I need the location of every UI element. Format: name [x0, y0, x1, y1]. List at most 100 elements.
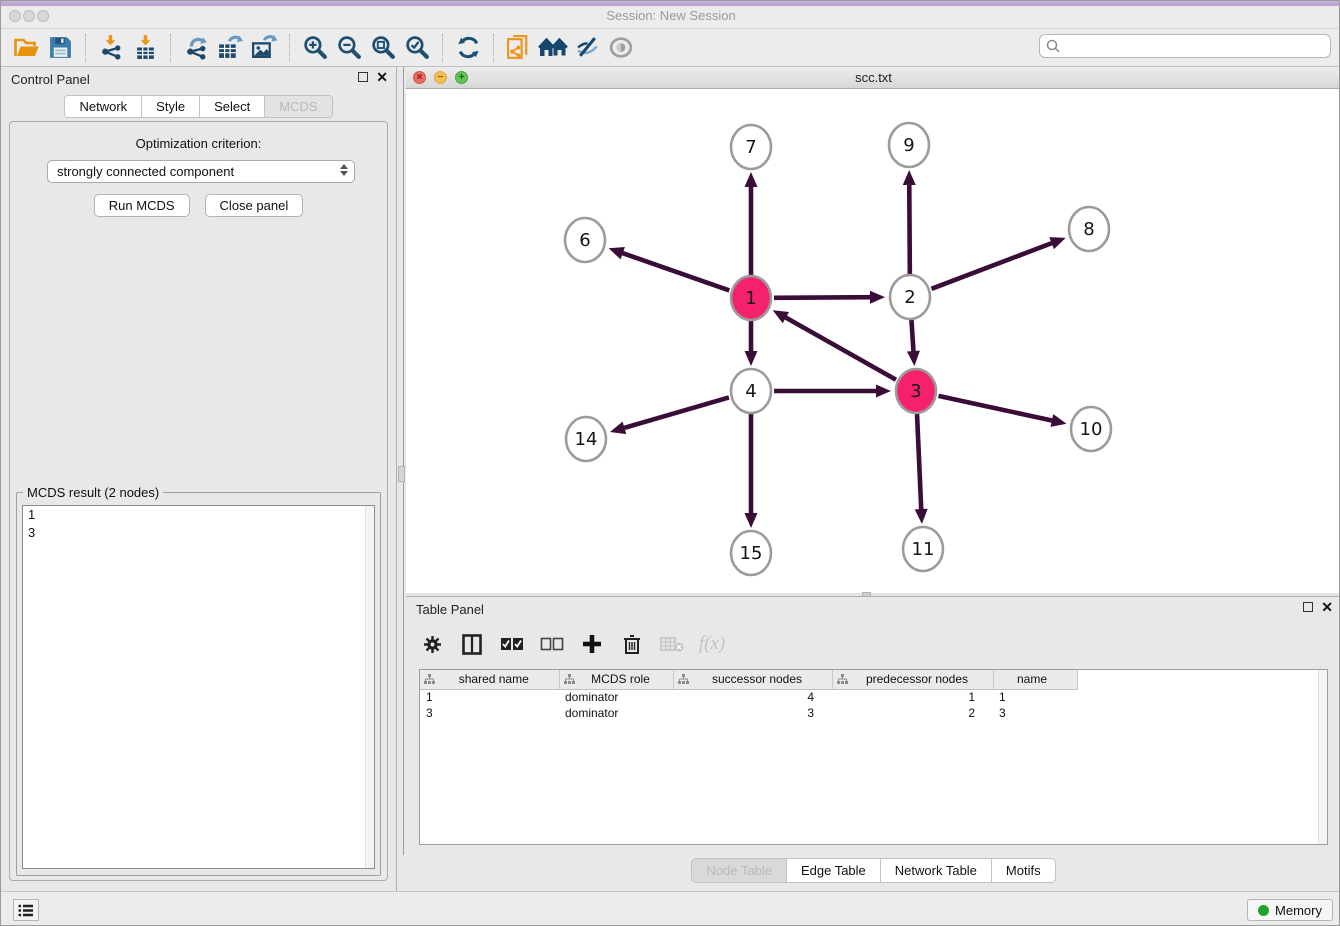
table-panel-title: Table Panel — [416, 602, 484, 617]
settings-gear-icon[interactable] — [419, 631, 445, 657]
column-header-successor-nodes[interactable]: successor nodes — [673, 670, 832, 689]
float-panel-icon[interactable] — [1303, 602, 1313, 612]
zoom-selected-icon — [404, 34, 431, 61]
shared-column-icon — [678, 674, 689, 685]
table-row[interactable]: 1dominator411 — [420, 689, 1328, 705]
node-8[interactable]: 8 — [1069, 207, 1109, 251]
mcds-result-list[interactable]: 13 — [22, 505, 375, 869]
function-builder-icon[interactable]: f(x) — [699, 631, 725, 657]
select-all-rows-icon[interactable] — [499, 631, 525, 657]
column-header-shared-name[interactable]: shared name — [420, 670, 559, 689]
add-column-icon[interactable] — [579, 631, 605, 657]
table-row[interactable]: 3dominator323 — [420, 705, 1328, 721]
cell-MCDS-role[interactable]: dominator — [559, 689, 673, 705]
open-folder-icon — [13, 35, 40, 61]
import-table-icon[interactable] — [128, 32, 162, 64]
node-4[interactable]: 4 — [731, 369, 771, 413]
cell-MCDS-role[interactable]: dominator — [559, 705, 673, 721]
mcds-result-item[interactable]: 3 — [23, 524, 374, 542]
cell-predecessor-nodes[interactable]: 2 — [832, 705, 993, 721]
cell-name[interactable]: 1 — [993, 689, 1077, 705]
node-11[interactable]: 11 — [903, 527, 943, 571]
node-10[interactable]: 10 — [1071, 407, 1111, 451]
edge-3-10[interactable] — [938, 396, 1054, 421]
zoom-selected-icon[interactable] — [400, 32, 434, 64]
edge-2-3[interactable] — [911, 320, 913, 354]
deselect-all-rows-icon[interactable] — [539, 631, 565, 657]
close-panel-icon[interactable]: ✕ — [376, 71, 388, 83]
delete-table-icon[interactable] — [659, 631, 685, 657]
split-columns-icon[interactable] — [459, 631, 485, 657]
task-history-button[interactable] — [13, 899, 39, 921]
column-label: name — [994, 672, 1077, 686]
control-panel-tabs: NetworkStyleSelectMCDS — [1, 95, 396, 118]
edge-2-9[interactable] — [909, 182, 910, 274]
export-table-icon[interactable] — [213, 32, 247, 64]
hide-selected-icon[interactable] — [570, 32, 604, 64]
mcds-result-scrollbar[interactable] — [365, 506, 374, 868]
node-6[interactable]: 6 — [565, 218, 605, 262]
table-scrollbar[interactable] — [1318, 670, 1327, 844]
zoom-in-icon[interactable] — [298, 32, 332, 64]
node-table-grid: shared nameMCDS rolesuccessor nodesprede… — [420, 670, 1328, 721]
network-canvas-svg[interactable]: 1 2 3 4 6 7 8 9 10 11 14 15 — [406, 89, 1340, 593]
first-neighbors-icon[interactable] — [536, 32, 570, 64]
tab-network-table[interactable]: Network Table — [881, 858, 992, 883]
run-mcds-button[interactable]: Run MCDS — [94, 194, 190, 217]
tab-motifs[interactable]: Motifs — [992, 858, 1056, 883]
criterion-select[interactable]: strongly connected component — [47, 160, 355, 183]
import-network-icon[interactable] — [94, 32, 128, 64]
import-table-icon — [132, 34, 159, 61]
tab-network[interactable]: Network — [64, 95, 142, 118]
edge-1-2[interactable] — [774, 297, 873, 298]
export-image-icon[interactable] — [247, 32, 281, 64]
edge-3-1[interactable] — [783, 316, 896, 380]
node-2[interactable]: 2 — [890, 275, 930, 319]
edge-3-11[interactable] — [917, 414, 921, 512]
float-panel-icon[interactable] — [358, 72, 368, 82]
cell-successor-nodes[interactable]: 4 — [673, 689, 832, 705]
export-network-icon[interactable] — [179, 32, 213, 64]
tab-style[interactable]: Style — [142, 95, 200, 118]
memory-button[interactable]: Memory — [1247, 899, 1333, 921]
tab-edge-table[interactable]: Edge Table — [787, 858, 881, 883]
node-7[interactable]: 7 — [731, 125, 771, 169]
edge-2-8[interactable] — [932, 242, 1055, 289]
node-3[interactable]: 3 — [896, 369, 936, 413]
close-panel-icon[interactable]: ✕ — [1321, 601, 1333, 613]
zoom-fit-icon[interactable] — [366, 32, 400, 64]
show-all-icon[interactable] — [604, 32, 638, 64]
delete-column-icon[interactable] — [619, 631, 645, 657]
tab-select[interactable]: Select — [200, 95, 265, 118]
panel-splitter-vertical[interactable] — [397, 67, 406, 891]
cell-shared-name[interactable]: 1 — [420, 689, 559, 705]
zoom-out-icon[interactable] — [332, 32, 366, 64]
cell-successor-nodes[interactable]: 3 — [673, 705, 832, 721]
search-input[interactable] — [1039, 34, 1331, 58]
refresh-icon[interactable] — [451, 32, 485, 64]
edge-4-14[interactable] — [622, 397, 729, 428]
toolbar-separator — [493, 34, 494, 62]
cell-predecessor-nodes[interactable]: 1 — [832, 689, 993, 705]
open-folder-icon[interactable] — [9, 32, 43, 64]
save-icon[interactable] — [43, 32, 77, 64]
edge-1-6[interactable] — [620, 252, 729, 290]
node-1[interactable]: 1 — [731, 276, 771, 320]
tab-node-table[interactable]: Node Table — [691, 858, 787, 883]
node-9[interactable]: 9 — [889, 123, 929, 167]
splitter-grip[interactable] — [398, 466, 405, 482]
table-toolbar: f(x) — [419, 625, 725, 663]
mcds-result-item[interactable]: 1 — [23, 506, 374, 524]
column-header-predecessor-nodes[interactable]: predecessor nodes — [832, 670, 993, 689]
hide-selected-icon — [574, 34, 601, 61]
column-header-MCDS-role[interactable]: MCDS role — [559, 670, 673, 689]
cell-name[interactable]: 3 — [993, 705, 1077, 721]
new-network-from-selection-icon[interactable] — [502, 32, 536, 64]
cell-shared-name[interactable]: 3 — [420, 705, 559, 721]
column-header-name[interactable]: name — [993, 670, 1077, 689]
edge-arrowhead-1-6 — [609, 247, 625, 259]
node-14[interactable]: 14 — [566, 417, 606, 461]
tab-mcds[interactable]: MCDS — [265, 95, 332, 118]
close-panel-button[interactable]: Close panel — [205, 194, 304, 217]
node-15[interactable]: 15 — [731, 531, 771, 575]
